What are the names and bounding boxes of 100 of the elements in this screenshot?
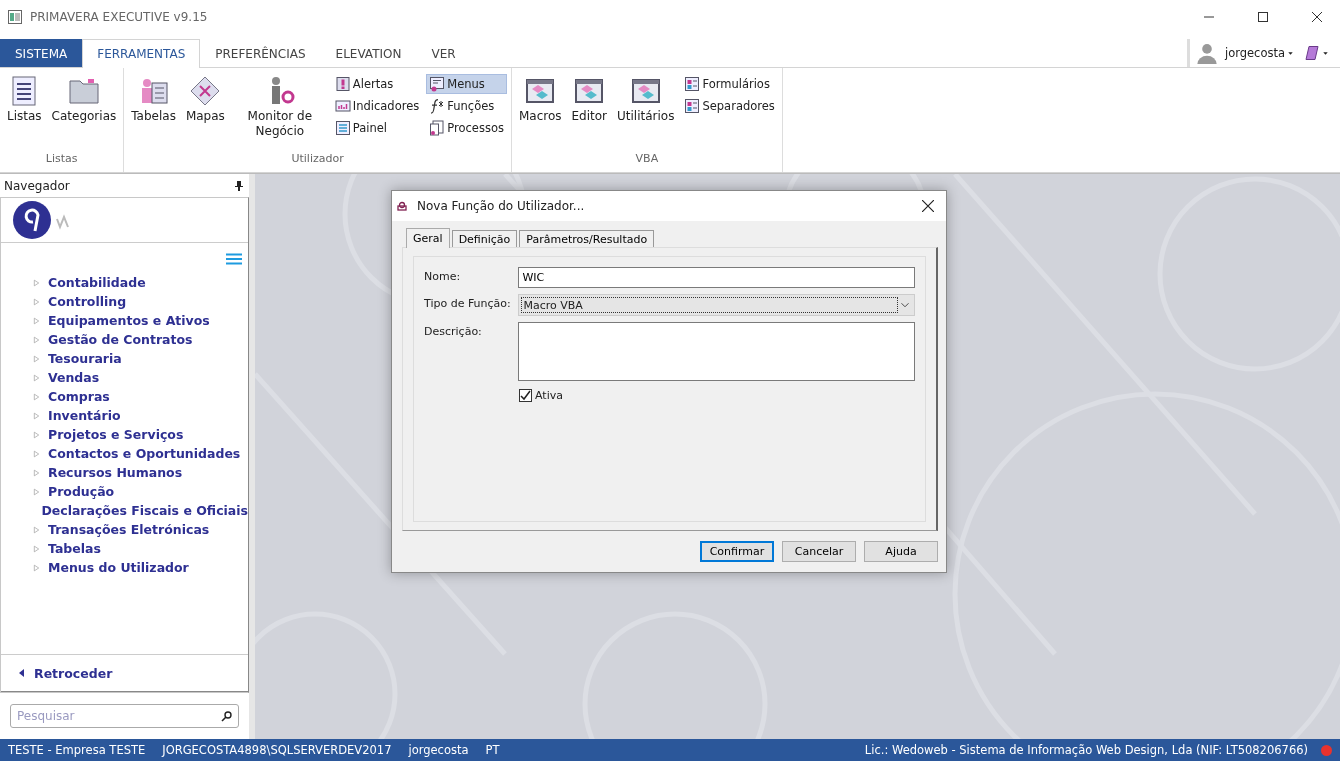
ribbon-button[interactable]: Menus [426,74,507,94]
expand-icon [33,486,40,497]
ribbon-button[interactable]: Macros [515,72,565,152]
navigator-item[interactable]: Tesouraria [33,349,248,368]
ribbon-button[interactable]: Processos [426,118,507,138]
function-icon [397,201,407,211]
expand-icon [33,315,40,326]
chart-icon [334,98,351,114]
expand-icon [33,353,40,364]
navigator-item[interactable]: Menus do Utilizador [33,558,248,577]
book-icon [1304,45,1320,61]
status-text: JORGECOSTA4898\SQLSERVERDEV2017 [162,743,392,757]
group-label: Utilizador [290,152,345,167]
expand-icon [33,410,40,421]
ribbon-button[interactable]: Monitor de Negócio [231,72,328,152]
dropdown[interactable]: Macro VBA [518,294,915,316]
tab[interactable]: Geral [406,228,450,248]
status-text: jorgecosta [408,743,469,757]
dialog-button[interactable]: Confirmar [700,541,774,562]
ribbon-button[interactable]: Tabelas [128,72,179,152]
panel-title: Navegador [4,178,70,193]
ribbon-tab[interactable]: ELEVATION [320,39,417,67]
app-menu-button[interactable]: SISTEMA [0,39,83,67]
expand-icon [33,391,40,402]
ribbon-button[interactable]: Formulários [681,74,778,94]
group-label: VBA [634,152,660,167]
status-dot-icon [1321,744,1332,756]
text-area[interactable] [518,322,915,381]
back-arrow-icon [19,669,24,677]
ribbon-button[interactable]: Indicadores [331,96,423,116]
navigator-item[interactable]: Transações Eletrónicas [33,520,248,539]
ribbon-button[interactable]: Mapas [182,72,228,152]
tab[interactable]: Definição [451,230,518,247]
menu-icon [429,76,446,92]
navigator-item[interactable]: Projetos e Serviços [33,425,248,444]
panel-icon [334,120,351,136]
map-icon [189,75,222,107]
navigator-item[interactable]: Produção [33,482,248,501]
dialog-title: Nova Função do Utilizador... [417,199,586,213]
expand-icon [33,448,40,459]
search-field[interactable]: Pesquisar [10,704,239,728]
expand-icon [33,429,40,440]
group-label: Listas [44,152,79,167]
tab[interactable]: Parâmetros/Resultado [519,230,655,247]
expand-icon [33,296,40,307]
maximize-icon [1258,12,1268,22]
expand-icon [33,524,40,535]
expand-icon [33,277,40,288]
expand-icon [33,372,40,383]
caret-icon [1287,49,1294,57]
navigator-item[interactable]: Tabelas [33,539,248,558]
navigator-item[interactable]: Equipamentos e Ativos [33,311,248,330]
ribbon-button[interactable]: Utilitários [614,72,678,152]
navigator-item[interactable]: Contabilidade [33,273,248,292]
menu-icon[interactable] [226,253,242,265]
ribbon-button[interactable]: Editor [568,72,610,152]
close-icon [1312,12,1322,22]
ribbon-button[interactable]: Separadores [681,96,778,116]
expand-icon [33,467,40,478]
alert-icon [334,76,351,92]
navigator-item[interactable]: Contactos e Oportunidades [33,444,248,463]
navigator-item[interactable]: Declarações Fiscais e Oficiais [33,501,248,520]
field-label: Tipo de Função: [424,296,512,312]
app-icon [8,10,22,24]
navigator-item[interactable]: Controlling [33,292,248,311]
search-icon[interactable] [221,711,232,722]
caret-icon [1322,49,1329,57]
ribbon-button[interactable]: Painel [331,118,423,138]
field-label: Descrição: [424,324,483,340]
form-icon [684,76,701,92]
window-title: PRIMAVERA EXECUTIVE v9.15 [30,10,209,24]
navigator-item[interactable]: Recursos Humanos [33,463,248,482]
dialog-button[interactable]: Cancelar [782,541,856,562]
status-text: TESTE - Empresa TESTE [8,743,146,757]
checkbox-label: Ativa [535,389,563,402]
license-text: Lic.: Wedoweb - Sistema de Informação Web Design, Lda (NIF: LT508206766) [864,743,1308,757]
back-button[interactable]: Retroceder [1,654,248,692]
navigator-item[interactable]: Inventário [33,406,248,425]
pin-icon[interactable] [235,180,243,191]
ribbon-button[interactable]: Alertas [331,74,423,94]
checkbox[interactable] [519,389,532,402]
user-menu[interactable]: jorgecosta [1223,43,1295,63]
input-field[interactable]: WIC [518,267,915,288]
ribbon-tab[interactable]: PREFERÊNCIAS [200,39,321,67]
navigator-item[interactable]: Vendas [33,368,248,387]
function-icon [429,98,446,114]
navigator-item[interactable]: Compras [33,387,248,406]
ribbon-tab[interactable]: VER [416,39,471,67]
form-icon [684,98,701,114]
expand-icon [33,562,40,573]
navigator-item[interactable]: Gestão de Contratos [33,330,248,349]
status-text: PT [485,743,500,757]
expand-icon [33,334,40,345]
ribbon-button[interactable]: Categorias [48,72,120,152]
ribbon-button[interactable]: Funções [426,96,507,116]
close-icon [922,200,934,212]
dialog-button[interactable]: Ajuda [864,541,938,562]
field-label: Nome: [424,269,462,285]
ribbon-tab[interactable]: FERRAMENTAS [82,39,201,68]
ribbon-button[interactable]: Listas [4,72,45,152]
